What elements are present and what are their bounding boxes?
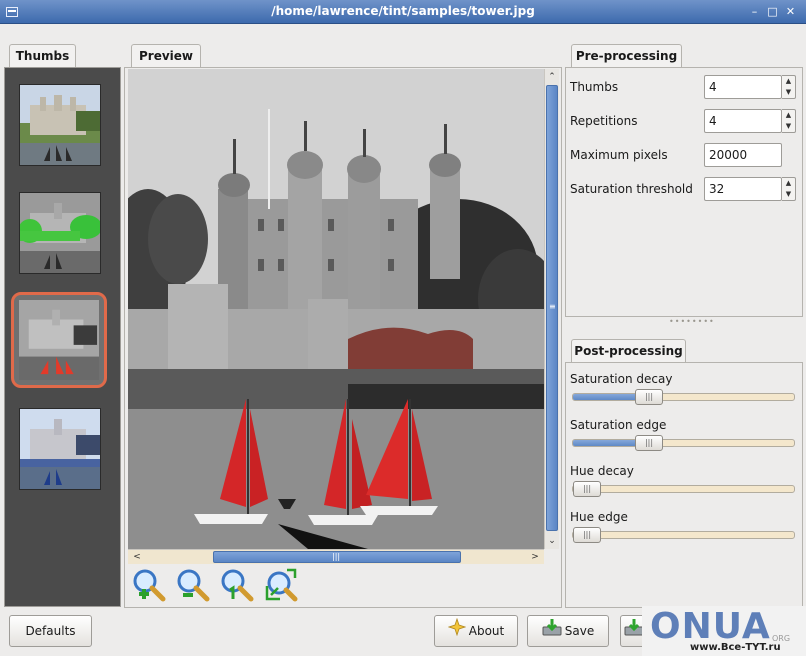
hue-decay-label: Hue decay	[570, 464, 634, 478]
tab-thumbs[interactable]: Thumbs	[9, 44, 76, 68]
defaults-button[interactable]: Defaults	[9, 615, 92, 647]
hue-edge-label: Hue edge	[570, 510, 628, 524]
defaults-button-label: Defaults	[25, 624, 76, 638]
about-button-label: About	[468, 624, 505, 638]
scroll-grip: ≡	[549, 302, 556, 311]
zoom-out-icon[interactable]	[176, 568, 210, 602]
pane-divider-handle[interactable]: ••••••••	[565, 317, 803, 339]
scroll-right-icon[interactable]: >	[528, 550, 542, 564]
tab-pre-processing[interactable]: Pre-processing	[571, 44, 682, 68]
minimize-icon[interactable]: –	[748, 5, 761, 18]
max-pixels-label: Maximum pixels	[570, 148, 668, 162]
pane-grip-icon: ••••••••	[669, 317, 715, 326]
thumb-4[interactable]	[19, 408, 101, 490]
save-button-label: Save	[564, 624, 595, 638]
zoom-in-icon[interactable]	[132, 568, 166, 602]
preview-horizontal-scrollbar[interactable]: < ||| >	[128, 549, 544, 564]
hue-decay-slider[interactable]: |||	[572, 481, 795, 497]
saturation-edge-label: Saturation edge	[570, 418, 667, 432]
scroll-grip-h: |||	[332, 552, 341, 561]
tower-photo	[128, 69, 544, 549]
saturation-edge-slider[interactable]: |||	[572, 435, 795, 451]
scroll-up-icon[interactable]: ⌃	[545, 70, 559, 84]
window-title: /home/lawrence/tint/samples/tower.jpg	[271, 4, 535, 18]
save-button[interactable]: Save	[527, 615, 609, 647]
watermark-big: ONUA	[650, 606, 771, 647]
preview-vertical-scrollbar[interactable]: ⌃ ≡ ⌄	[544, 69, 559, 549]
hue-edge-slider[interactable]: |||	[572, 527, 795, 543]
thumb-3[interactable]	[11, 292, 107, 388]
saturation-decay-slider[interactable]: |||	[572, 389, 795, 405]
close-icon[interactable]: ✕	[784, 5, 797, 18]
repetitions-label: Repetitions	[570, 114, 638, 128]
thumb-2[interactable]	[19, 192, 101, 274]
saturation-edge-knob[interactable]: |||	[635, 435, 663, 451]
saturation-threshold-spin-arrows[interactable]: ▲ ▼	[782, 177, 796, 201]
thumb-4-image	[20, 409, 100, 489]
thumbs-spin-arrows[interactable]: ▲ ▼	[782, 75, 796, 99]
zoom-100-icon[interactable]	[220, 568, 254, 602]
scroll-down-icon[interactable]: ⌄	[545, 534, 559, 548]
save-icon	[542, 617, 562, 647]
thumb-1-image	[20, 85, 100, 165]
horizontal-scroll-thumb[interactable]: |||	[213, 551, 461, 563]
preview-image[interactable]	[128, 69, 544, 549]
thumbs-label: Thumbs	[570, 80, 619, 94]
watermark-small: www.Все-TYT.ru	[690, 642, 781, 653]
tab-post-processing[interactable]: Post-processing	[571, 339, 686, 363]
tab-preview[interactable]: Preview	[131, 44, 201, 68]
thumbs-spinner[interactable]: 4	[704, 75, 782, 99]
watermark-logo: ONUA ORG www.Все-TYT.ru	[642, 606, 806, 656]
thumbs-panel	[4, 67, 121, 607]
repetitions-spin-arrows[interactable]: ▲ ▼	[782, 109, 796, 133]
thumb-1[interactable]	[19, 84, 101, 166]
thumb-3-image	[19, 300, 99, 380]
hue-edge-knob[interactable]: |||	[573, 527, 601, 543]
max-pixels-field[interactable]: 20000	[704, 143, 782, 167]
maximize-icon[interactable]: □	[766, 5, 779, 18]
zoom-fit-icon[interactable]	[264, 568, 298, 602]
hue-decay-knob[interactable]: |||	[573, 481, 601, 497]
saturation-threshold-spinner[interactable]: 32	[704, 177, 782, 201]
about-button[interactable]: About	[434, 615, 518, 647]
vertical-scroll-thumb[interactable]: ≡	[546, 85, 558, 531]
saturation-decay-label: Saturation decay	[570, 372, 673, 386]
saturation-threshold-label: Saturation threshold	[570, 182, 693, 196]
about-star-icon	[447, 617, 467, 647]
repetitions-spinner[interactable]: 4	[704, 109, 782, 133]
scroll-left-icon[interactable]: <	[130, 550, 144, 564]
thumb-2-image	[20, 193, 100, 273]
quit-icon	[624, 617, 644, 647]
title-bar: /home/lawrence/tint/samples/tower.jpg – …	[0, 0, 806, 24]
saturation-decay-knob[interactable]: |||	[635, 389, 663, 405]
